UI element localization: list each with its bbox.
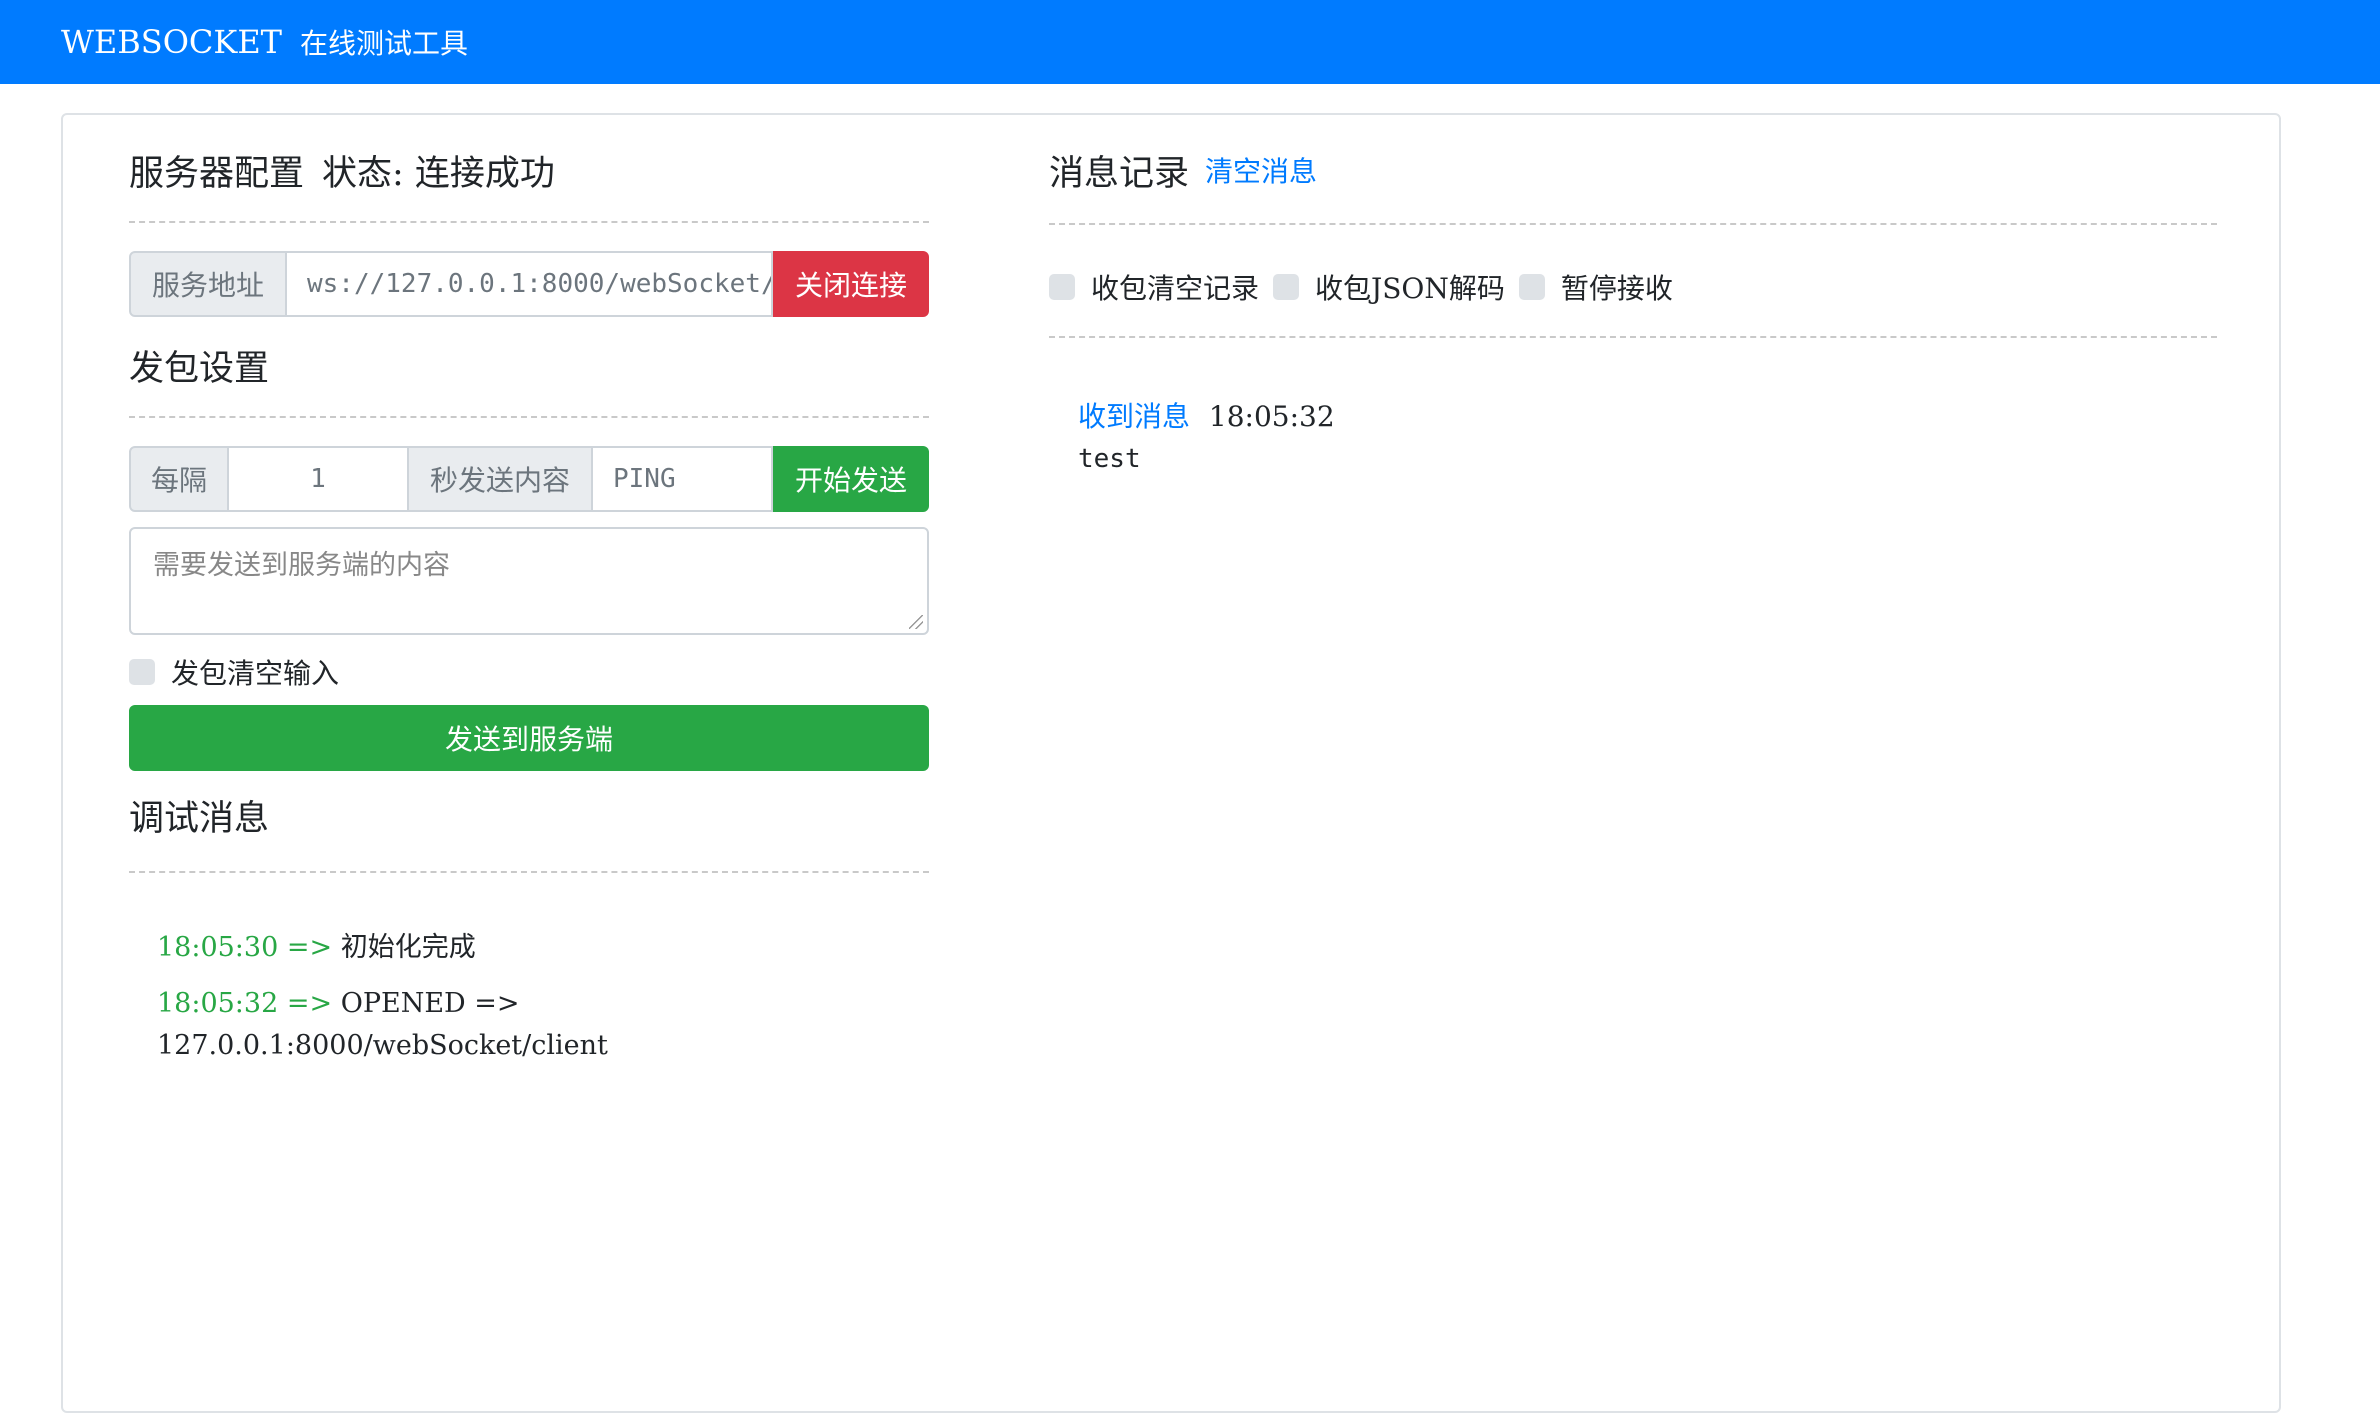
send-content-textarea[interactable]: 需要发送到服务端的内容 [129, 527, 929, 635]
connection-status: 状态: 连接成功 [322, 153, 555, 194]
clear-input-option[interactable]: 发包清空输入 [129, 652, 339, 692]
textarea-placeholder: 需要发送到服务端的内容 [153, 550, 450, 581]
message-body: test [1078, 444, 1141, 474]
brand-subtitle: 在线测试工具 [300, 27, 469, 60]
debug-entry: 18:05:32 => OPENED => 127.0.0.1:8000/web… [157, 983, 857, 1067]
clear-input-checkbox[interactable] [129, 659, 155, 685]
option-pause-receive[interactable]: 暂停接收 [1518, 267, 1673, 307]
message-time: 18:05:32 [1208, 400, 1335, 433]
json-decode-checkbox[interactable] [1273, 274, 1300, 300]
debug-entry-arrow: => [286, 932, 333, 963]
auto-send-group: 每隔 1 秒发送内容 PING 开始发送 [129, 446, 929, 512]
debug-entry: 18:05:30 => 初始化完成 [157, 927, 857, 969]
debug-log: 18:05:30 => 初始化完成 18:05:32 => OPENED => … [157, 927, 857, 1067]
interval-input[interactable]: 1 [229, 446, 409, 512]
option-clear-on-receive[interactable]: 收包清空记录 [1049, 267, 1259, 307]
option-label: 收包清空记录 [1091, 272, 1260, 305]
server-address-label: 服务地址 [129, 251, 287, 317]
option-json-decode[interactable]: 收包JSON解码 [1273, 267, 1505, 307]
message-options: 收包清空记录 收包JSON解码 暂停接收 [1049, 267, 1673, 307]
debug-entry-time: 18:05:32 [157, 988, 279, 1019]
clear-on-receive-checkbox[interactable] [1049, 274, 1075, 300]
close-connection-button[interactable]: 关闭连接 [773, 251, 929, 317]
top-navbar: WEBSOCKET 在线测试工具 [0, 0, 2380, 84]
start-send-button[interactable]: 开始发送 [773, 446, 929, 512]
divider [129, 221, 929, 223]
send-content-label: 秒发送内容 [409, 446, 593, 512]
server-address-input[interactable]: ws://127.0.0.1:8000/webSocket/cl [287, 251, 773, 317]
clear-input-label: 发包清空输入 [171, 657, 340, 690]
server-config-heading: 服务器配置 状态: 连接成功 [129, 140, 929, 200]
pause-receive-checkbox[interactable] [1518, 274, 1545, 300]
divider [129, 871, 929, 873]
send-content-input[interactable]: PING [593, 446, 773, 512]
debug-entry-time: 18:05:30 [157, 932, 279, 963]
divider [129, 416, 929, 418]
debug-entry-text: OPENED => [340, 988, 520, 1019]
send-to-server-button[interactable]: 发送到服务端 [129, 705, 929, 771]
server-config-title: 服务器配置 [129, 153, 305, 194]
message-label: 收到消息 [1078, 400, 1191, 433]
interval-label: 每隔 [129, 446, 229, 512]
option-label: 收包JSON解码 [1315, 272, 1505, 305]
debug-entry-arrow: => [286, 988, 333, 1019]
send-settings-title: 发包设置 [129, 348, 270, 389]
server-address-group: 服务地址 ws://127.0.0.1:8000/webSocket/cl 关闭… [129, 251, 929, 317]
resize-handle-icon[interactable] [909, 615, 923, 629]
clear-messages-link[interactable]: 清空消息 [1205, 150, 1317, 190]
debug-entry-detail: 127.0.0.1:8000/webSocket/client [157, 1030, 608, 1061]
option-label: 暂停接收 [1560, 272, 1673, 305]
divider [1049, 336, 2217, 338]
main-card: 服务器配置 状态: 连接成功 服务地址 ws://127.0.0.1:8000/… [61, 113, 2281, 1413]
messages-title: 消息记录 [1049, 153, 1190, 194]
debug-title: 调试消息 [129, 798, 270, 839]
debug-entry-text: 初始化完成 [340, 932, 476, 963]
message-item: 收到消息 18:05:32 test [1078, 395, 1335, 479]
messages-heading: 消息记录 清空消息 [1049, 140, 2217, 200]
divider [1049, 223, 2217, 225]
brand-title[interactable]: WEBSOCKET [61, 23, 282, 61]
